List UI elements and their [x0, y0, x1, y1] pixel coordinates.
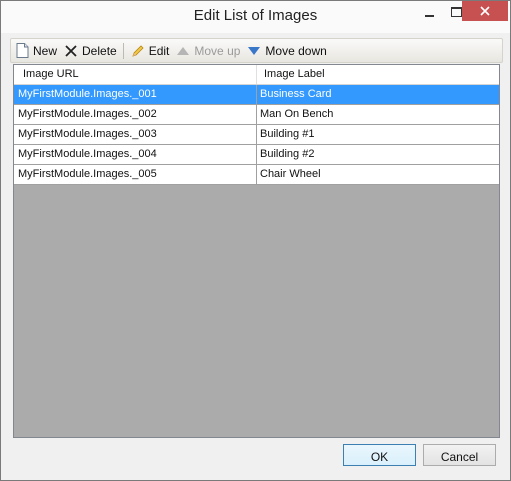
image-url-cell: MyFirstModule.Images._001 — [14, 85, 257, 104]
toolbar: New Delete Edit Move up Move down — [10, 38, 503, 63]
table-row[interactable]: MyFirstModule.Images._002 Man On Bench — [14, 105, 499, 125]
image-label-cell: Chair Wheel — [260, 168, 321, 180]
table-row[interactable]: MyFirstModule.Images._001 Business Card — [14, 85, 499, 105]
delete-x-icon — [63, 43, 79, 59]
minimize-button[interactable] — [416, 1, 443, 22]
delete-label: Delete — [82, 43, 117, 58]
grid-header: Image URL Image Label — [14, 65, 499, 85]
new-document-icon — [14, 43, 30, 59]
move-down-button[interactable]: Move down — [243, 40, 329, 61]
maximize-icon — [451, 6, 462, 17]
minimize-icon — [425, 14, 434, 17]
pencil-icon — [130, 43, 146, 59]
column-header-image-label[interactable]: Image Label — [257, 65, 499, 84]
table-row[interactable]: MyFirstModule.Images._004 Building #2 — [14, 145, 499, 165]
image-url-cell: MyFirstModule.Images._003 — [14, 125, 257, 144]
new-button[interactable]: New — [11, 40, 60, 61]
new-label: New — [33, 43, 58, 58]
image-url-cell: MyFirstModule.Images._002 — [14, 105, 257, 124]
images-grid: Image URL Image Label MyFirstModule.Imag… — [13, 64, 500, 438]
table-row[interactable]: MyFirstModule.Images._003 Building #1 — [14, 125, 499, 145]
image-label-cell: Building #2 — [260, 148, 315, 160]
toolbar-separator — [122, 42, 124, 59]
image-url-cell: MyFirstModule.Images._004 — [14, 145, 257, 164]
image-label-cell: Business Card — [260, 88, 332, 100]
image-label-cell: Man On Bench — [260, 108, 334, 120]
image-label-cell: Building #1 — [260, 128, 315, 140]
move-up-button[interactable]: Move up — [172, 40, 243, 61]
column-header-image-url[interactable]: Image URL — [14, 65, 257, 84]
move-down-label: Move down — [265, 43, 327, 58]
arrow-up-icon — [175, 43, 191, 59]
edit-images-dialog: Edit List of Images New Delete Edit Move… — [0, 0, 511, 481]
close-icon — [480, 6, 490, 16]
table-row[interactable]: MyFirstModule.Images._005 Chair Wheel — [14, 165, 499, 185]
cancel-button[interactable]: Cancel — [423, 444, 496, 466]
close-button[interactable] — [462, 1, 508, 21]
image-url-cell: MyFirstModule.Images._005 — [14, 165, 257, 184]
title-bar[interactable]: Edit List of Images — [1, 1, 510, 33]
edit-label: Edit — [148, 43, 170, 58]
arrow-down-icon — [246, 43, 262, 59]
delete-button[interactable]: Delete — [60, 40, 120, 61]
move-up-label: Move up — [194, 43, 241, 58]
edit-button[interactable]: Edit — [127, 40, 173, 61]
ok-button[interactable]: OK — [343, 444, 416, 466]
